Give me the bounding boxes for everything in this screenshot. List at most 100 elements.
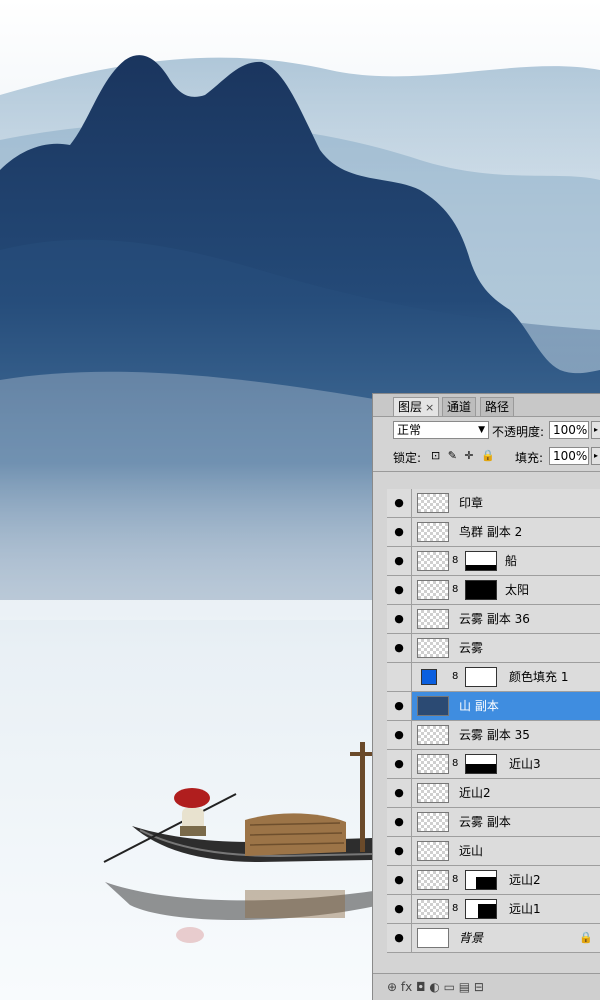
- layer-thumbnail: [417, 638, 449, 658]
- layer-mask-thumbnail: [465, 667, 497, 687]
- layer-name: 云雾 副本 36: [459, 612, 530, 626]
- layer-row[interactable]: ● 8 近山3: [387, 750, 600, 779]
- layer-list: ● 印章 ● 鸟群 副本 2 ● 8 船 ● 8 太阳 ● 云雾 副本 36 ●…: [387, 489, 600, 969]
- layer-mask-thumbnail: [465, 551, 497, 571]
- blend-opacity-row: 正常 ▼ 不透明度: 100% ▸: [373, 417, 600, 443]
- layers-panel: 图层 × 通道 路径 正常 ▼ 不透明度: 100% ▸ 锁定: ⊡ ✎ ✛ 🔒 …: [372, 393, 600, 1000]
- blend-mode-select[interactable]: 正常 ▼: [393, 421, 489, 439]
- fill-slider-button[interactable]: ▸: [591, 447, 600, 465]
- layer-name: 山 副本: [459, 699, 499, 713]
- tab-channels-label: 通道: [447, 400, 472, 414]
- link-icon[interactable]: 8: [452, 874, 458, 885]
- layer-row[interactable]: ● 印章: [387, 489, 600, 518]
- lock-label: 锁定:: [393, 451, 422, 465]
- link-icon[interactable]: 8: [452, 758, 458, 769]
- layer-name: 近山2: [459, 786, 491, 800]
- layer-name: 太阳: [505, 583, 530, 597]
- layer-mask-thumbnail: [465, 870, 497, 890]
- layer-mask-thumbnail: [465, 899, 497, 919]
- layer-row[interactable]: ● 远山: [387, 837, 600, 866]
- layer-row[interactable]: ● 云雾 副本 36: [387, 605, 600, 634]
- lock-icon: 🔒: [579, 931, 593, 944]
- eye-icon[interactable]: ●: [387, 924, 412, 952]
- layer-name: 远山2: [509, 873, 541, 887]
- layer-row[interactable]: ● 鸟群 副本 2: [387, 518, 600, 547]
- fill-label: 填充:: [515, 451, 544, 465]
- eye-icon[interactable]: ●: [387, 576, 412, 604]
- panel-tabs: 图层 × 通道 路径: [373, 394, 600, 417]
- layer-thumbnail: [417, 754, 449, 774]
- layer-row[interactable]: ● 8 远山1: [387, 895, 600, 924]
- layer-row[interactable]: ● 近山2: [387, 779, 600, 808]
- layer-name: 背景: [459, 931, 484, 945]
- layer-row[interactable]: ● 8 远山2: [387, 866, 600, 895]
- layer-name: 云雾: [459, 641, 484, 655]
- layer-row[interactable]: ● 云雾: [387, 634, 600, 663]
- tab-layers[interactable]: 图层 ×: [393, 397, 440, 416]
- eye-icon[interactable]: ●: [387, 518, 412, 546]
- eye-icon[interactable]: ●: [387, 634, 412, 662]
- tab-channels[interactable]: 通道: [442, 397, 477, 416]
- layer-mask-thumbnail: [465, 754, 497, 774]
- opacity-slider-button[interactable]: ▸: [591, 421, 600, 439]
- layer-name: 远山1: [509, 902, 541, 916]
- layer-row[interactable]: ● 背景 🔒: [387, 924, 600, 953]
- layer-name: 鸟群 副本 2: [459, 525, 523, 539]
- layer-actions-icon[interactable]: ⊕ fx ◘ ◐ ▭ ▤ ⊟: [387, 980, 484, 994]
- layer-row[interactable]: ● 云雾 副本 35: [387, 721, 600, 750]
- layer-thumbnail: [417, 493, 449, 513]
- layer-thumbnail: [417, 870, 449, 890]
- tab-paths-label: 路径: [485, 400, 510, 414]
- fill-input[interactable]: 100%: [549, 447, 589, 465]
- layer-name: 近山3: [509, 757, 541, 771]
- layer-thumbnail: [417, 609, 449, 629]
- layer-thumbnail: [417, 928, 449, 948]
- panel-bottom-toolbar: ⊕ fx ◘ ◐ ▭ ▤ ⊟: [373, 973, 600, 1000]
- layer-name: 云雾 副本: [459, 815, 511, 829]
- layer-thumbnail: [417, 841, 449, 861]
- link-icon[interactable]: 8: [452, 555, 458, 566]
- layer-name: 云雾 副本 35: [459, 728, 530, 742]
- eye-icon[interactable]: ●: [387, 895, 412, 923]
- lock-fill-row: 锁定: ⊡ ✎ ✛ 🔒 填充: 100% ▸: [373, 443, 600, 472]
- eye-icon[interactable]: ●: [387, 489, 412, 517]
- layer-name: 印章: [459, 496, 484, 510]
- layer-name: 颜色填充 1: [509, 670, 569, 684]
- close-icon[interactable]: ×: [425, 401, 434, 414]
- layer-row[interactable]: ● 云雾 副本: [387, 808, 600, 837]
- link-icon[interactable]: 8: [452, 903, 458, 914]
- link-icon[interactable]: 8: [452, 584, 458, 595]
- eye-icon[interactable]: ●: [387, 750, 412, 778]
- eye-icon[interactable]: ●: [387, 779, 412, 807]
- layer-row[interactable]: ● 8 太阳: [387, 576, 600, 605]
- tab-layers-label: 图层: [398, 400, 423, 414]
- layer-thumbnail: [417, 551, 449, 571]
- layer-thumbnail: [417, 725, 449, 745]
- tab-paths[interactable]: 路径: [480, 397, 515, 416]
- eye-icon[interactable]: ●: [387, 663, 412, 691]
- layer-thumbnail: [417, 812, 449, 832]
- layer-row[interactable]: ● 8 船: [387, 547, 600, 576]
- eye-icon[interactable]: ●: [387, 866, 412, 894]
- link-icon[interactable]: 8: [452, 671, 458, 682]
- lock-options-icon[interactable]: ⊡ ✎ ✛ 🔒: [431, 449, 497, 462]
- layer-thumbnail: [417, 696, 449, 716]
- color-fill-thumbnail: [417, 667, 439, 687]
- opacity-label: 不透明度:: [492, 425, 545, 439]
- layer-row[interactable]: ● 山 副本: [387, 692, 600, 721]
- eye-icon[interactable]: ●: [387, 547, 412, 575]
- eye-icon[interactable]: ●: [387, 605, 412, 633]
- layer-thumbnail: [417, 899, 449, 919]
- layer-mask-thumbnail: [465, 580, 497, 600]
- eye-icon[interactable]: ●: [387, 837, 412, 865]
- eye-icon[interactable]: ●: [387, 808, 412, 836]
- layer-name: 远山: [459, 844, 484, 858]
- eye-icon[interactable]: ●: [387, 692, 412, 720]
- blend-mode-value: 正常: [397, 423, 422, 437]
- opacity-input[interactable]: 100%: [549, 421, 589, 439]
- layer-thumbnail: [417, 580, 449, 600]
- layer-thumbnail: [417, 783, 449, 803]
- layer-row[interactable]: ● 8 颜色填充 1: [387, 663, 600, 692]
- eye-icon[interactable]: ●: [387, 721, 412, 749]
- layer-thumbnail: [417, 522, 449, 542]
